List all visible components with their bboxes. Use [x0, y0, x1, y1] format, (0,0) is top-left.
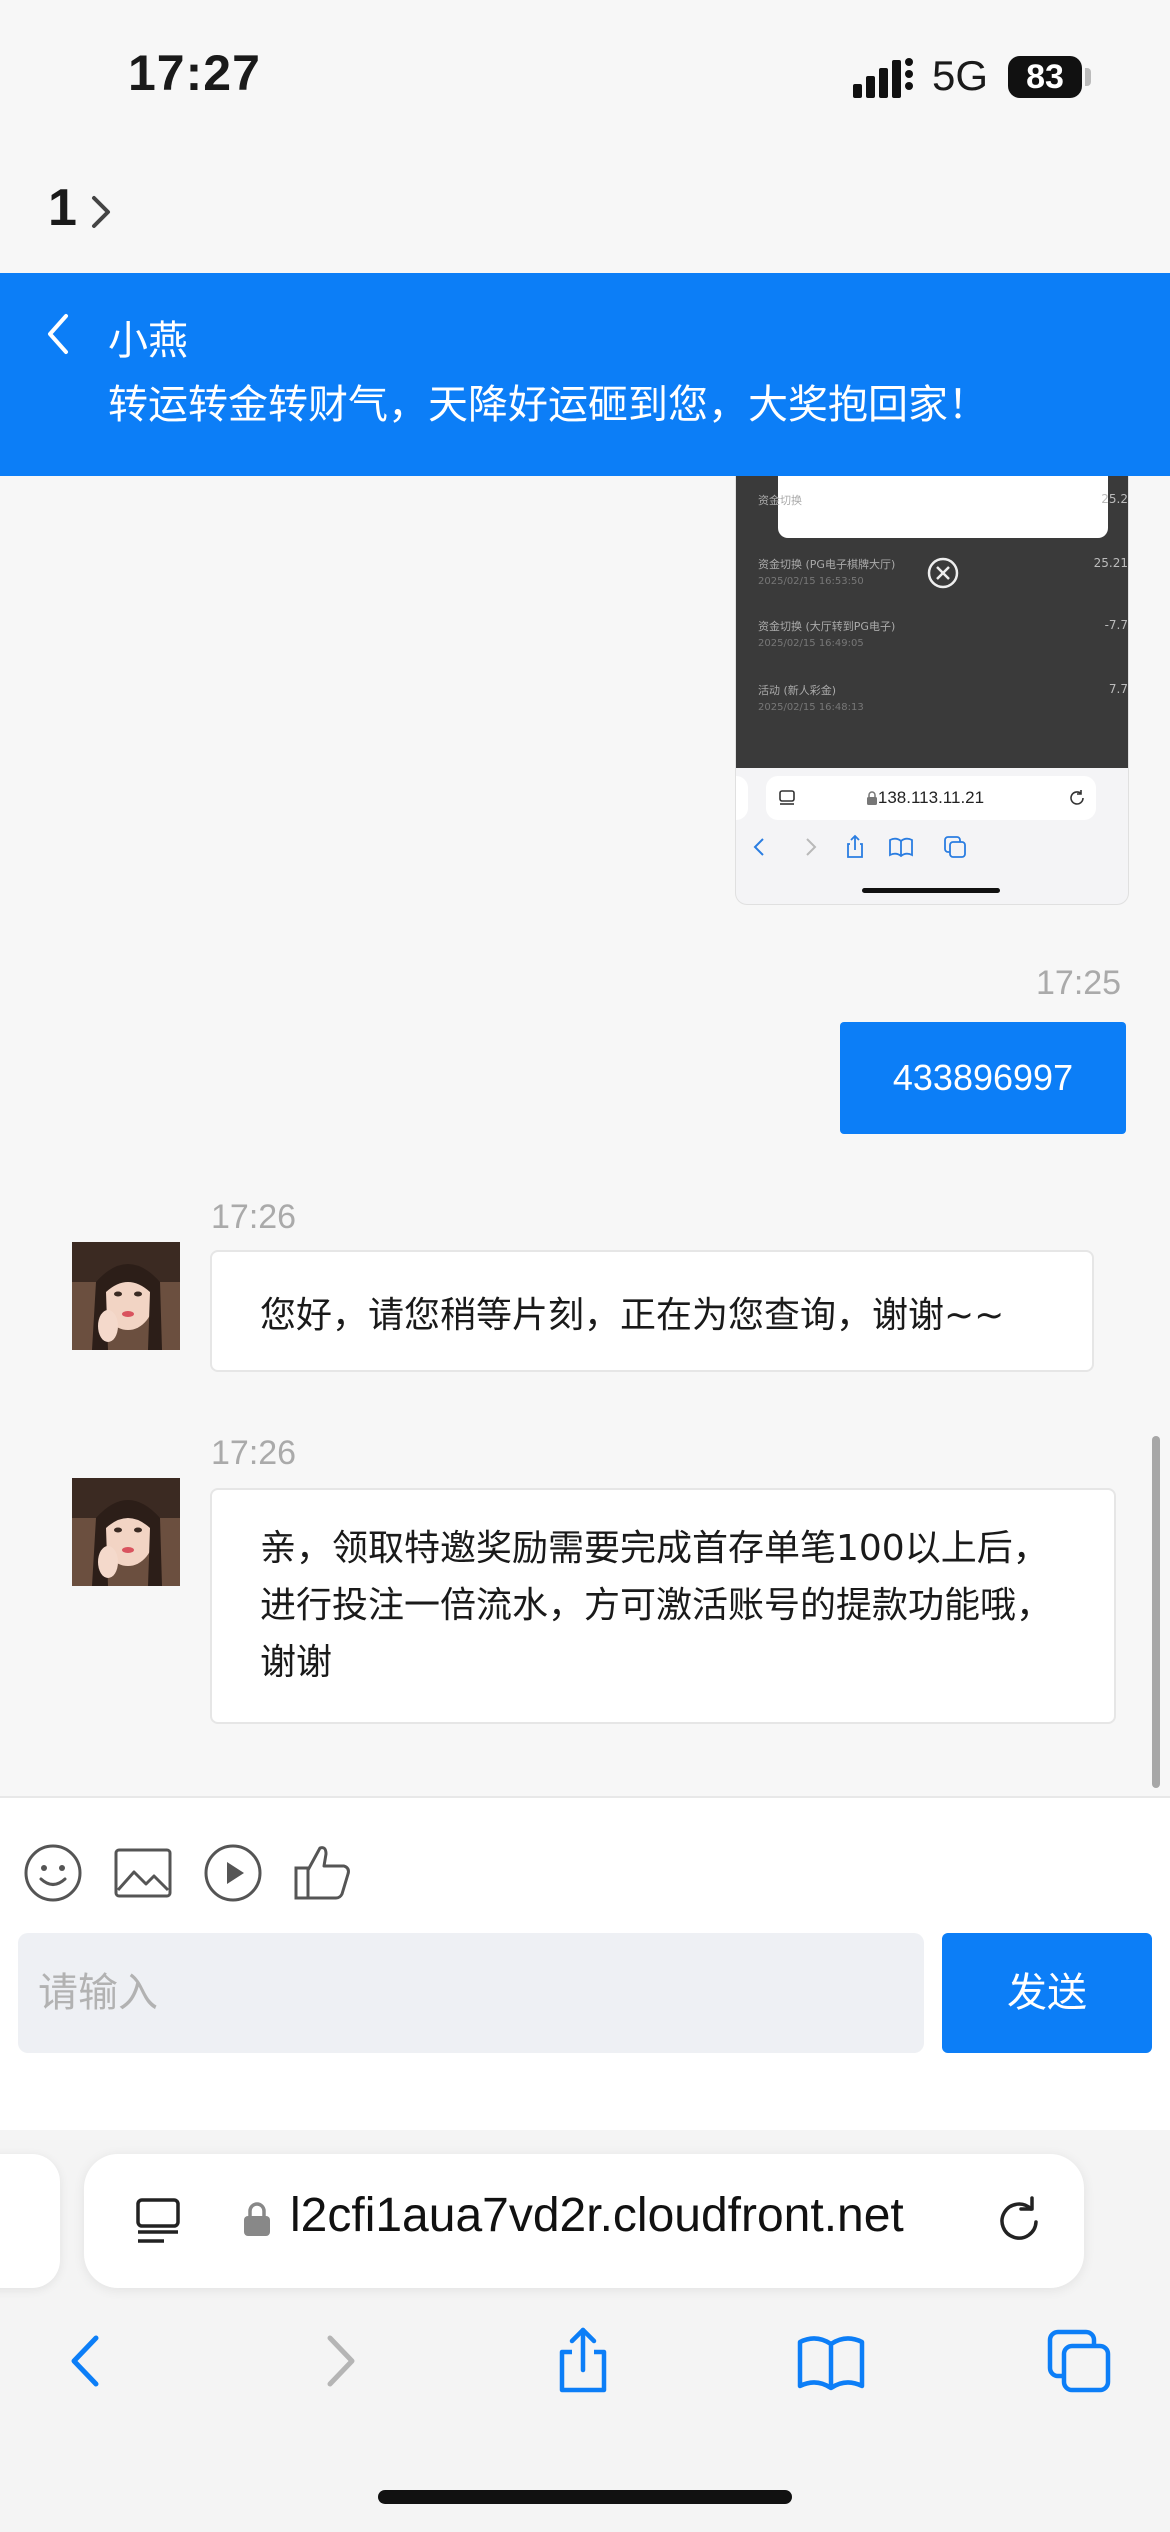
lock-icon — [867, 791, 877, 805]
chevron-right-icon[interactable] — [88, 192, 116, 232]
thumb-row-date: 2025/02/15 16:48:13 — [758, 702, 864, 713]
agent-name: 小燕 — [108, 318, 188, 364]
tabs-icon[interactable] — [1044, 2326, 1114, 2396]
chat-area[interactable]: 资金切换 25.2 资金切换 (PG电子棋牌大厅) 2025/02/15 16:… — [0, 476, 1170, 1796]
thumb-row-date: 2025/02/15 16:53:50 — [758, 576, 864, 587]
thumb-row-date: 2025/02/15 16:49:05 — [758, 638, 864, 649]
chevron-left-icon[interactable] — [42, 310, 74, 358]
sent-message[interactable]: 433896997 — [840, 1022, 1126, 1134]
avatar-image — [72, 1242, 180, 1350]
signal-icon — [853, 58, 913, 98]
reload-icon[interactable] — [994, 2194, 1046, 2246]
home-indicator — [378, 2490, 792, 2504]
thumb-row-amount: 25.21 — [1093, 556, 1128, 570]
back-icon — [753, 838, 764, 856]
header-subtitle: 转运转金转财气，天降好运砸到您，大奖抱回家！ — [108, 382, 988, 428]
forward-icon[interactable] — [304, 2326, 374, 2396]
bookmarks-icon — [889, 837, 913, 858]
share-icon — [847, 834, 863, 858]
message-time: 17:25 — [1036, 964, 1122, 1002]
url-text[interactable]: l2cfi1aua7vd2r.cloudfront.net — [290, 2188, 904, 2243]
received-message[interactable]: 您好，请您稍等片刻，正在为您查询，谢谢~~ — [210, 1250, 1094, 1372]
image-icon[interactable] — [112, 1842, 174, 1904]
thumb-home-indicator — [862, 888, 1000, 893]
thumb-row-amount: 25.2 — [1101, 492, 1128, 506]
thumb-card — [778, 476, 1108, 538]
thumb-row-amount: 7.7 — [1108, 682, 1128, 696]
emoji-icon[interactable] — [22, 1842, 84, 1904]
thumb-row-title: 活动 (新人彩金) — [758, 684, 837, 697]
received-message[interactable]: 亲，领取特邀奖励需要完成首存单笔100以上后，进行投注一倍流水，方可激活账号的提… — [210, 1488, 1116, 1724]
thumb-row-title: 资金切换 (PG电子棋牌大厅) — [758, 558, 896, 571]
message-input[interactable] — [18, 1933, 924, 2053]
send-button[interactable]: 发送 — [942, 1933, 1152, 2053]
tab-peek[interactable] — [0, 2154, 60, 2288]
page-menu-icon[interactable] — [134, 2196, 184, 2246]
tabs-overview-icon — [944, 836, 966, 858]
share-icon[interactable] — [548, 2326, 618, 2396]
thumb-url-text: 138.113.11.21 — [877, 788, 985, 807]
thumb-url-bar: 138.113.11.21 — [766, 776, 1096, 820]
video-icon[interactable] — [202, 1842, 264, 1904]
back-count[interactable]: 1 — [48, 178, 77, 238]
message-time: 17:26 — [211, 1434, 297, 1472]
message-time: 17:26 — [211, 1198, 297, 1236]
scrollbar[interactable] — [1152, 1436, 1160, 1788]
avatar-image — [72, 1478, 180, 1586]
thumb-row-title: 资金切换 (大厅转到PG电子) — [758, 620, 896, 633]
avatar[interactable] — [72, 1478, 180, 1586]
close-circle-icon — [927, 557, 959, 589]
status-time: 17:27 — [128, 45, 261, 101]
thumbs-up-icon[interactable] — [292, 1842, 354, 1904]
back-icon[interactable] — [52, 2326, 122, 2396]
bookmarks-icon[interactable] — [796, 2326, 866, 2396]
screenshot-image[interactable]: 资金切换 25.2 资金切换 (PG电子棋牌大厅) 2025/02/15 16:… — [735, 476, 1129, 905]
reload-icon — [1070, 790, 1084, 805]
battery-tip — [1085, 68, 1091, 86]
lock-icon — [244, 2202, 270, 2236]
thumb-row-title: 资金切换 — [758, 494, 802, 507]
forward-icon — [806, 838, 817, 856]
avatar[interactable] — [72, 1242, 180, 1350]
thumb-tab-peek — [736, 776, 748, 820]
thumb-row-amount: -7.7 — [1104, 618, 1128, 632]
network-type: 5G — [932, 52, 989, 99]
battery-icon: 83 — [1008, 56, 1082, 98]
